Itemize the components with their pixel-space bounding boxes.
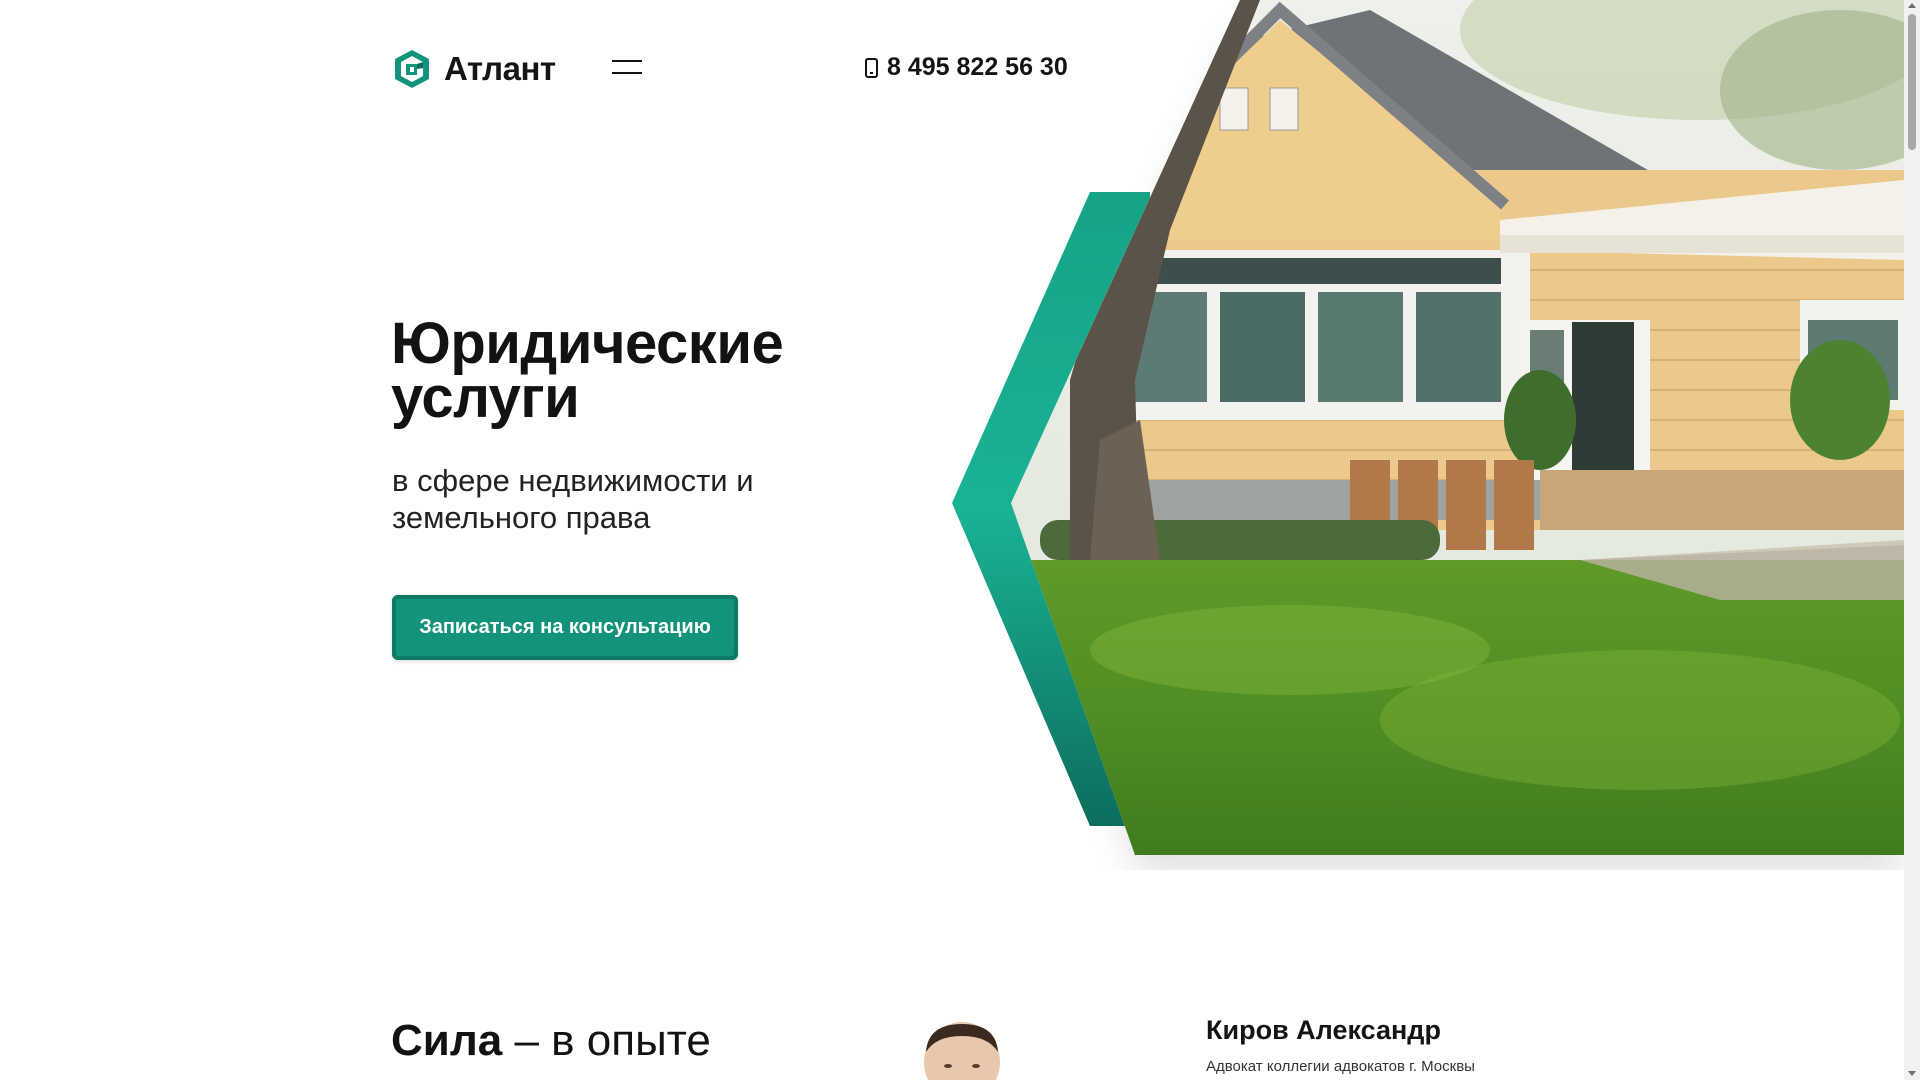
about-title-bold: Сила <box>391 1016 503 1065</box>
hero-title-line: услуги <box>391 365 580 430</box>
menu-line <box>612 72 642 74</box>
hero-subtitle-line: в сфере недвижимости и <box>392 463 754 498</box>
scrollbar-thumb[interactable] <box>1908 14 1916 150</box>
hero-title: Юридические услуги <box>391 311 784 430</box>
about-title-rest: – в опыте <box>514 1016 711 1065</box>
person-name: Киров Александр <box>1206 1015 1441 1045</box>
hero-subtitle: в сфере недвижимости и земельного права <box>392 462 754 536</box>
menu-icon[interactable] <box>612 60 642 76</box>
avatar <box>918 1022 1006 1080</box>
hero-subtitle-line: земельного права <box>392 500 651 535</box>
hero-image <box>940 0 1904 870</box>
about-title: Сила – в опыте <box>391 1016 711 1066</box>
logo-text: Атлант <box>444 50 556 87</box>
logo[interactable]: Атлант <box>392 48 556 90</box>
person-role: Адвокат коллегии адвокатов г. Москвы <box>1206 1058 1475 1075</box>
scroll-up-arrow-icon[interactable] <box>1908 3 1916 8</box>
menu-line <box>612 60 642 62</box>
scrollbar[interactable] <box>1904 0 1920 1080</box>
scroll-down-arrow-icon[interactable] <box>1908 1071 1916 1076</box>
phone-icon <box>865 57 878 78</box>
hero-title-line: Юридические <box>391 311 784 376</box>
logo-icon <box>395 50 429 88</box>
consultation-button[interactable]: Записаться на консультацию <box>392 595 738 660</box>
